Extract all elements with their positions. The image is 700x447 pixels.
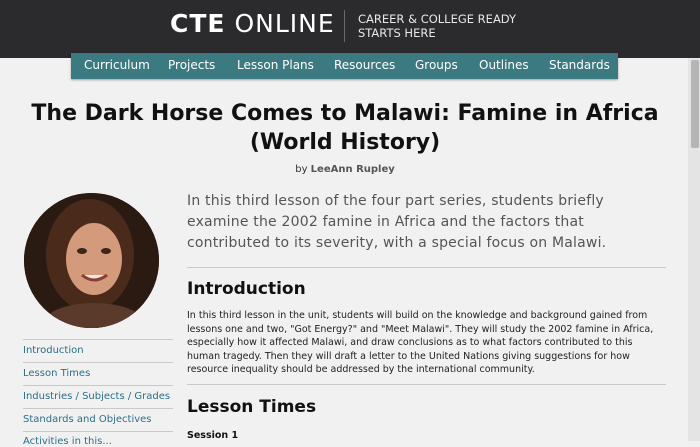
sidebar-item-standards[interactable]: Standards and Objectives <box>23 414 173 425</box>
nav-item-outlines[interactable]: Outlines <box>479 58 529 72</box>
scrollbar-thumb[interactable] <box>691 60 699 148</box>
cte-online-logo[interactable]: CTE ONLINE <box>170 9 335 38</box>
title-line-1: The Dark Horse Comes to Malawi: Famine i… <box>31 101 659 126</box>
sidebar-item-activities[interactable]: Activities in this... <box>23 436 173 447</box>
session-label: Session 1 <box>187 430 239 441</box>
nav-item-projects[interactable]: Projects <box>168 58 215 72</box>
tagline-line-1: CAREER & COLLEGE READY <box>358 12 517 26</box>
avatar-portrait <box>24 193 159 328</box>
main-nav: Curriculum Projects Lesson Plans Resourc… <box>71 53 618 79</box>
sidebar-divider <box>23 408 173 409</box>
nav-item-groups[interactable]: Groups <box>415 58 458 72</box>
introduction-text: In this third lesson in the unit, studen… <box>187 310 654 376</box>
byline-prefix: by <box>295 164 308 175</box>
byline: by LeeAnn Rupley <box>20 164 670 175</box>
lesson-summary: In this third lesson of the four part se… <box>187 193 607 251</box>
author-avatar <box>24 193 159 328</box>
nav-item-resources[interactable]: Resources <box>334 58 395 72</box>
sidebar-divider <box>23 431 173 432</box>
tagline: CAREER & COLLEGE READY STARTS HERE <box>358 12 516 40</box>
sidebar-item-industries[interactable]: Industries / Subjects / Grades <box>23 391 173 402</box>
sidebar-item-introduction[interactable]: Introduction <box>23 345 173 356</box>
tagline-line-2: STARTS HERE <box>358 26 436 40</box>
logo-divider <box>344 10 345 42</box>
sidebar-divider <box>23 385 173 386</box>
sidebar-item-lesson-times[interactable]: Lesson Times <box>23 368 173 379</box>
page-title: The Dark Horse Comes to Malawi: Famine i… <box>20 99 670 157</box>
sidebar-divider <box>23 362 173 363</box>
divider-summary <box>187 267 666 268</box>
logo-bold-text: CTE <box>170 9 226 38</box>
introduction-heading: Introduction <box>187 279 306 299</box>
top-header-bar: CTE ONLINE CAREER & COLLEGE READY STARTS… <box>0 0 700 58</box>
author-link[interactable]: LeeAnn Rupley <box>311 164 395 175</box>
nav-item-curriculum[interactable]: Curriculum <box>84 58 150 72</box>
nav-item-standards[interactable]: Standards <box>549 58 610 72</box>
divider-introduction <box>187 384 666 385</box>
sidebar-divider <box>23 339 173 340</box>
logo-light-text: ONLINE <box>234 9 335 38</box>
lesson-times-heading: Lesson Times <box>187 397 317 417</box>
nav-item-lesson-plans[interactable]: Lesson Plans <box>237 58 314 72</box>
title-line-2: (World History) <box>249 130 441 155</box>
